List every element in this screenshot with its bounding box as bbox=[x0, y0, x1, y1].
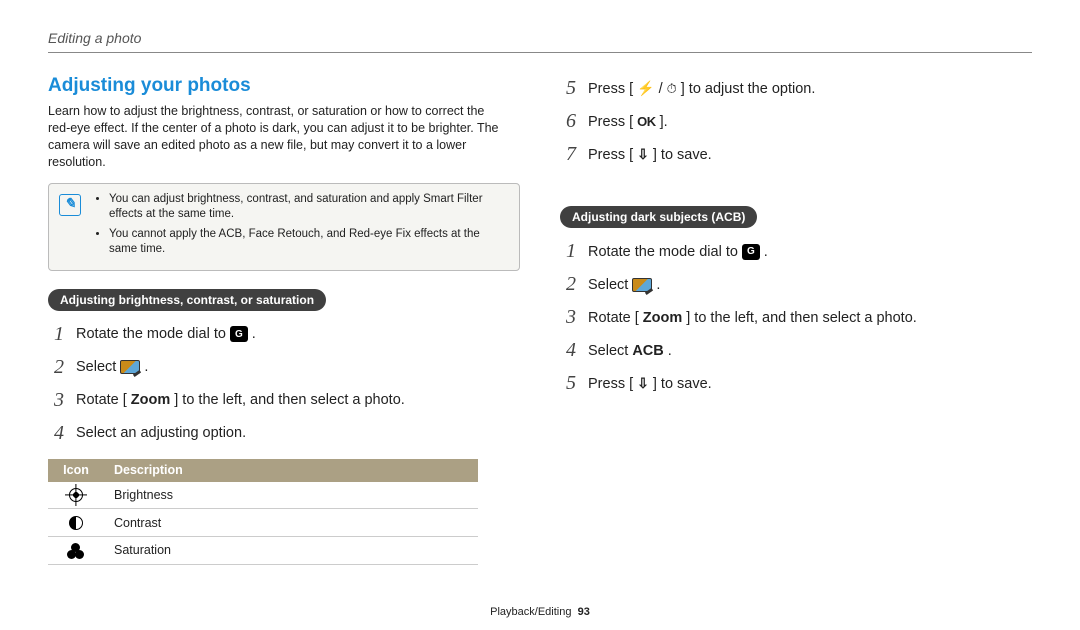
step-number: 1 bbox=[560, 240, 576, 263]
step-number: 6 bbox=[560, 110, 576, 133]
note-box: ✎ You can adjust brightness, contrast, a… bbox=[48, 183, 520, 271]
step-row: 3 Rotate [Zoom] to the left, and then se… bbox=[48, 389, 520, 412]
step-text: Select an adjusting option. bbox=[76, 425, 246, 441]
page: Editing a photo Adjusting your photos Le… bbox=[0, 0, 1080, 630]
step-number: 1 bbox=[48, 323, 64, 346]
step-number: 5 bbox=[560, 372, 576, 395]
intro-text: Learn how to adjust the brightness, cont… bbox=[48, 103, 508, 171]
table-row: Contrast bbox=[48, 509, 478, 537]
saturation-icon bbox=[67, 544, 85, 558]
table-row: Brightness bbox=[48, 481, 478, 509]
table-row: Saturation bbox=[48, 536, 478, 564]
step-text: Select ACB. bbox=[588, 343, 672, 359]
note-item: You cannot apply the ACB, Face Retouch, … bbox=[109, 227, 509, 258]
subsection-pill-adjusting: Adjusting brightness, contrast, or satur… bbox=[48, 289, 326, 311]
step-row: 6 Press [OK]. bbox=[560, 110, 1032, 133]
left-column: Adjusting your photos Learn how to adjus… bbox=[48, 75, 520, 565]
step-number: 3 bbox=[48, 389, 64, 412]
timer-icon: ⏱ bbox=[667, 81, 677, 97]
note-icon: ✎ bbox=[59, 194, 81, 216]
footer-page-number: 93 bbox=[578, 606, 590, 618]
breadcrumb: Editing a photo bbox=[48, 30, 1032, 46]
brightness-icon bbox=[69, 488, 83, 502]
step-number: 2 bbox=[560, 273, 576, 296]
step-text: Press [OK]. bbox=[588, 114, 668, 130]
step-text: Press [⇩] to save. bbox=[588, 146, 712, 163]
table-cell: Contrast bbox=[104, 509, 478, 537]
step-row: 5 Press [⚡/⏱] to adjust the option. bbox=[560, 77, 1032, 100]
step-number: 2 bbox=[48, 356, 64, 379]
step-text: Rotate the mode dial to . bbox=[76, 326, 256, 342]
acb-steps-list: 1 Rotate the mode dial to . 2 Select . bbox=[560, 240, 1032, 395]
mode-dial-icon bbox=[742, 244, 760, 260]
step-row: 2 Select . bbox=[560, 273, 1032, 296]
steps-continuation: 5 Press [⚡/⏱] to adjust the option. 6 Pr… bbox=[560, 77, 1032, 166]
steps-list: 1 Rotate the mode dial to . 2 Select . bbox=[48, 323, 520, 445]
step-text: Rotate the mode dial to . bbox=[588, 244, 768, 260]
right-column: 5 Press [⚡/⏱] to adjust the option. 6 Pr… bbox=[560, 75, 1032, 565]
step-text: Rotate [Zoom] to the left, and then sele… bbox=[588, 310, 917, 326]
step-text: Select . bbox=[588, 277, 660, 293]
step-row: 7 Press [⇩] to save. bbox=[560, 143, 1032, 166]
step-text: Press [⇩] to save. bbox=[588, 375, 712, 392]
step-number: 5 bbox=[560, 77, 576, 100]
ok-button-icon: OK bbox=[637, 114, 656, 129]
table-header-desc: Description bbox=[104, 459, 478, 482]
step-number: 4 bbox=[48, 422, 64, 445]
flash-icon: ⚡ bbox=[637, 80, 654, 97]
step-row: 4 Select ACB. bbox=[560, 339, 1032, 362]
step-number: 4 bbox=[560, 339, 576, 362]
page-footer: Playback/Editing 93 bbox=[0, 606, 1080, 618]
section-title: Adjusting your photos bbox=[48, 75, 520, 97]
note-item: You can adjust brightness, contrast, and… bbox=[109, 192, 509, 223]
save-icon: ⇩ bbox=[637, 375, 649, 392]
table-cell: Brightness bbox=[104, 481, 478, 509]
divider bbox=[48, 52, 1032, 53]
step-row: 3 Rotate [Zoom] to the left, and then se… bbox=[560, 306, 1032, 329]
brightness-icon-cell bbox=[48, 481, 104, 509]
step-text: Rotate [Zoom] to the left, and then sele… bbox=[76, 392, 405, 408]
table-header-icon: Icon bbox=[48, 459, 104, 482]
options-table: Icon Description Brightness Contrast bbox=[48, 459, 478, 565]
save-icon: ⇩ bbox=[637, 146, 649, 163]
step-number: 3 bbox=[560, 306, 576, 329]
subsection-pill-acb: Adjusting dark subjects (ACB) bbox=[560, 206, 757, 228]
step-number: 7 bbox=[560, 143, 576, 166]
note-list: You can adjust brightness, contrast, and… bbox=[93, 192, 509, 262]
step-text: Select . bbox=[76, 359, 148, 375]
step-row: 1 Rotate the mode dial to . bbox=[48, 323, 520, 346]
saturation-icon-cell bbox=[48, 536, 104, 564]
contrast-icon-cell bbox=[48, 509, 104, 537]
step-row: 1 Rotate the mode dial to . bbox=[560, 240, 1032, 263]
mode-dial-icon bbox=[230, 326, 248, 342]
table-cell: Saturation bbox=[104, 536, 478, 564]
step-row: 5 Press [⇩] to save. bbox=[560, 372, 1032, 395]
contrast-icon bbox=[69, 516, 83, 530]
step-row: 2 Select . bbox=[48, 356, 520, 379]
edit-photo-icon bbox=[120, 360, 140, 374]
step-row: 4 Select an adjusting option. bbox=[48, 422, 520, 445]
columns: Adjusting your photos Learn how to adjus… bbox=[48, 75, 1032, 565]
step-text: Press [⚡/⏱] to adjust the option. bbox=[588, 80, 815, 97]
footer-section: Playback/Editing bbox=[490, 606, 571, 618]
edit-photo-icon bbox=[632, 278, 652, 292]
